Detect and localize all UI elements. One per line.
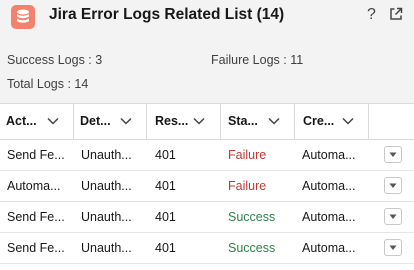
success-count: Success Logs : 3 <box>7 53 103 67</box>
chevron-down-icon <box>389 214 397 219</box>
failure-count: Failure Logs : 11 <box>211 53 304 67</box>
card-title[interactable]: Jira Error Logs Related List (14) <box>49 6 284 24</box>
cell-details: Unauth... <box>81 241 132 255</box>
cell-action: Automa... <box>7 179 61 193</box>
chevron-down-icon[interactable] <box>268 117 280 125</box>
cell-response: 401 <box>155 148 176 162</box>
table-row: Send Fe... Unauth... 401 Success Automa.… <box>0 233 414 264</box>
card-header: Jira Error Logs Related List (14) ? <box>0 0 414 34</box>
chevron-down-icon[interactable] <box>193 117 205 125</box>
row-actions-button[interactable] <box>384 208 402 225</box>
chevron-down-icon[interactable] <box>120 117 132 125</box>
table-row: Automa... Unauth... 401 Failure Automa..… <box>0 171 414 202</box>
cell-status: Failure <box>228 148 267 162</box>
cell-status: Success <box>228 241 276 255</box>
column-header-created[interactable]: Cre... <box>295 104 369 139</box>
help-icon[interactable]: ? <box>367 6 379 24</box>
chevron-down-icon <box>389 245 397 250</box>
column-label: Det... <box>80 114 111 128</box>
related-list-card: Jira Error Logs Related List (14) ? Succ… <box>0 0 414 270</box>
column-label: Res... <box>155 114 189 128</box>
chevron-down-icon[interactable] <box>342 117 354 125</box>
cell-action: Send Fe... <box>7 241 65 255</box>
cell-status: Success <box>228 210 276 224</box>
table-row: Send Fe... Unauth... 401 Success Automa.… <box>0 202 414 233</box>
chevron-down-icon[interactable] <box>47 117 59 125</box>
cell-created: Automa... <box>302 210 356 224</box>
column-label: Act... <box>6 114 37 128</box>
cell-action: Send Fe... <box>7 210 65 224</box>
cell-response: 401 <box>155 241 176 255</box>
row-actions-button[interactable] <box>384 239 402 256</box>
cell-details: Unauth... <box>81 179 132 193</box>
column-header-status[interactable]: Sta... <box>221 104 295 139</box>
cell-created: Automa... <box>302 179 356 193</box>
total-count: Total Logs : 14 <box>7 77 89 91</box>
column-label: Sta... <box>228 114 258 128</box>
cell-response: 401 <box>155 210 176 224</box>
log-summary: Success Logs : 3 Failure Logs : 11 Total… <box>0 34 414 104</box>
cell-created: Automa... <box>302 241 356 255</box>
database-icon <box>11 5 35 29</box>
cell-status: Failure <box>228 179 267 193</box>
cell-created: Automa... <box>302 148 356 162</box>
column-header-action[interactable]: Act... <box>0 104 74 139</box>
chevron-down-icon <box>389 183 397 188</box>
popout-icon[interactable] <box>389 7 403 21</box>
cell-action: Send Fe... <box>7 148 65 162</box>
column-header-details[interactable]: Det... <box>74 104 147 139</box>
column-header-response[interactable]: Res... <box>147 104 221 139</box>
table-row: Send Fe... Unauth... 401 Failure Automa.… <box>0 140 414 171</box>
row-actions-button[interactable] <box>384 146 402 163</box>
cell-details: Unauth... <box>81 210 132 224</box>
column-label: Cre... <box>303 114 335 128</box>
cell-details: Unauth... <box>81 148 132 162</box>
chevron-down-icon <box>389 152 397 157</box>
cell-response: 401 <box>155 179 176 193</box>
table-header: Act... Det... Res... Sta... Cre... <box>0 104 414 140</box>
row-actions-button[interactable] <box>384 177 402 194</box>
